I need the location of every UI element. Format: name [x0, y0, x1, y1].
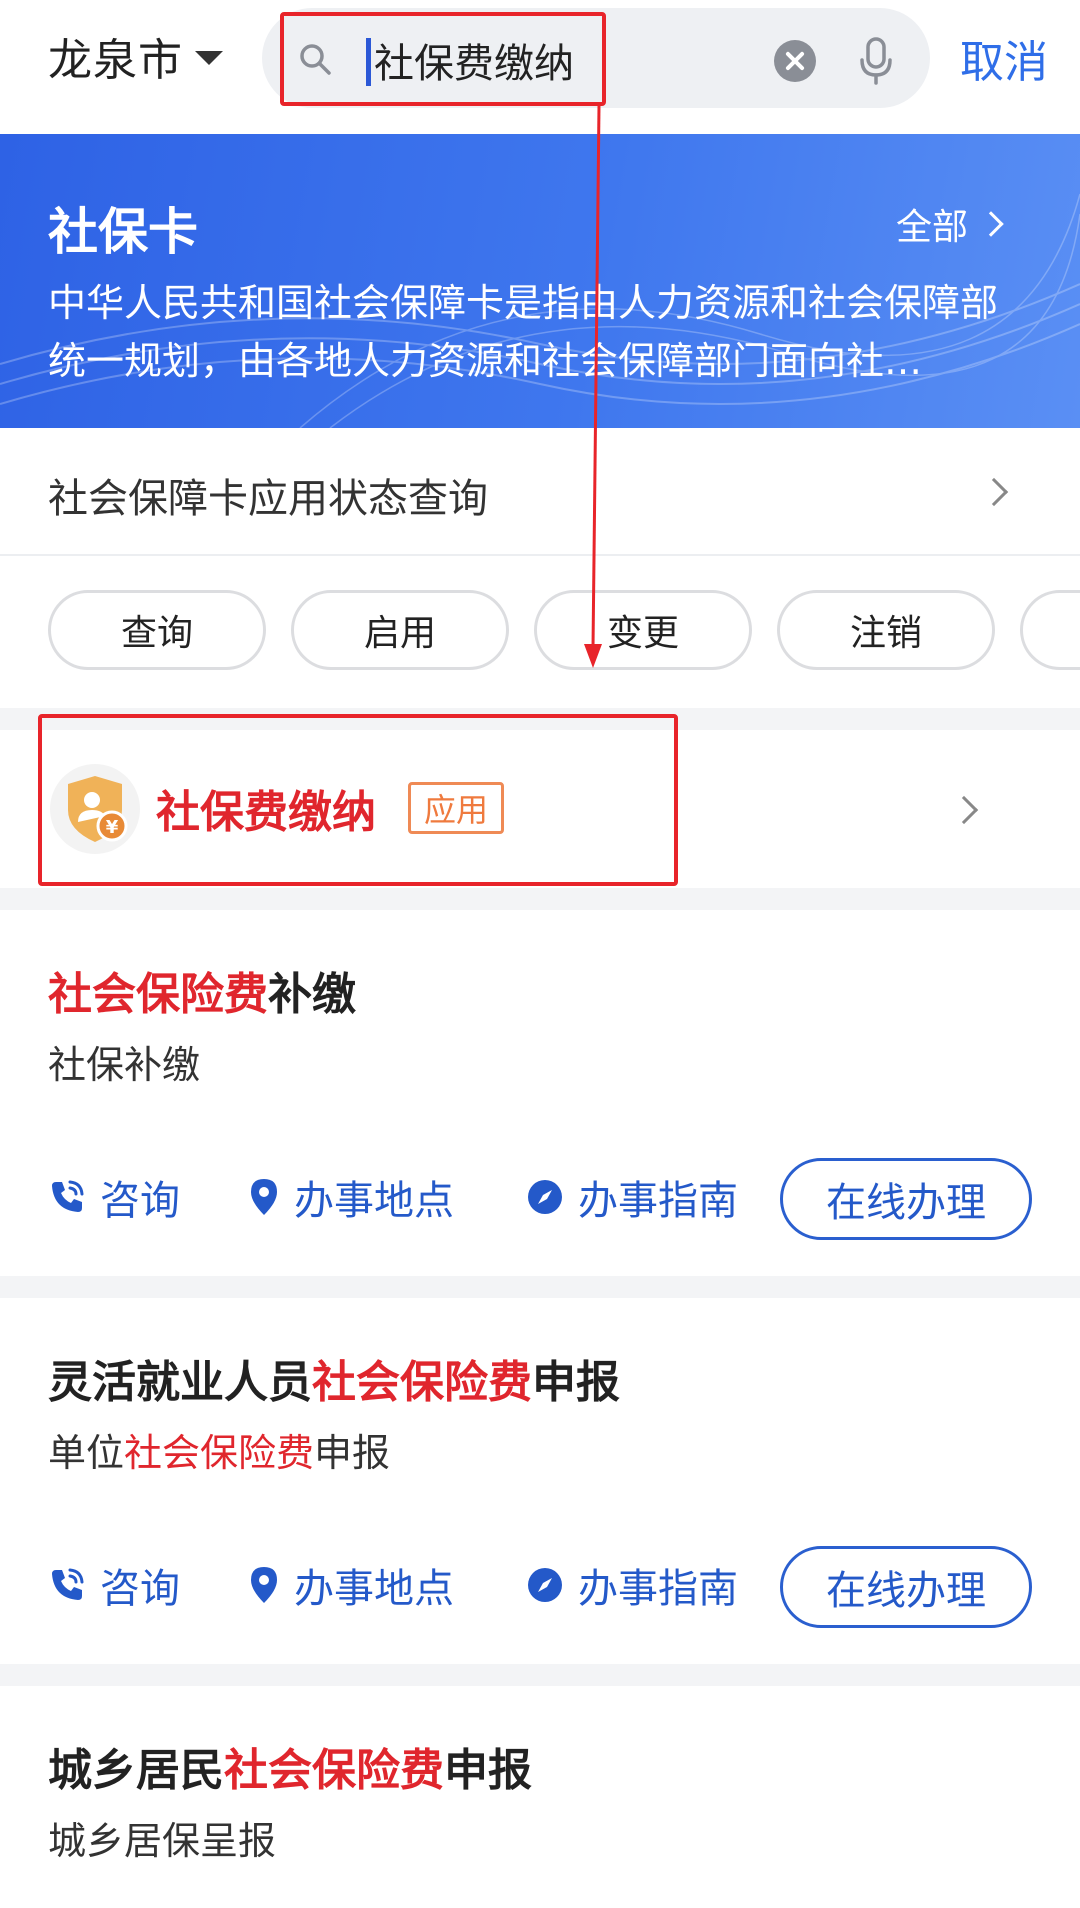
city-label: 龙泉市 [48, 35, 183, 86]
view-all-label: 全部 [896, 207, 969, 248]
phone-icon [52, 1568, 84, 1600]
service-result-1[interactable]: 社会保险费补缴 社保补缴 咨询 办事地点 办事指南 在线办理 [0, 910, 1080, 1276]
chevron-right-icon [949, 795, 979, 825]
top-search-bar: 龙泉市 取消 [0, 0, 1080, 134]
location-link[interactable]: 办事地点 [248, 1556, 454, 1614]
app-type-badge: 应用 [408, 782, 504, 834]
view-all-link[interactable]: 全部 [896, 198, 1004, 250]
service-title: 灵活就业人员社会保险费申报 [48, 1357, 620, 1408]
clear-icon[interactable] [774, 40, 816, 82]
app-name: 社保费缴纳 [156, 787, 376, 838]
compass-icon [528, 1568, 562, 1602]
chevron-right-icon [979, 477, 1009, 507]
online-apply-button[interactable]: 在线办理 [780, 1546, 1032, 1628]
consult-label: 咨询 [100, 1178, 180, 1224]
service-subtitle: 社保补缴 [48, 1043, 201, 1087]
guide-link[interactable]: 办事指南 [526, 1556, 738, 1614]
chip-enable[interactable]: 启用 [291, 590, 509, 670]
service-title: 城乡居民社会保险费申报 [48, 1745, 532, 1796]
app-icon: ¥ [50, 764, 140, 854]
shield-coin-icon: ¥ [68, 776, 128, 842]
service-result-2[interactable]: 灵活就业人员社会保险费申报 单位社会保险费申报 咨询 办事地点 办事指南 在线办… [0, 1298, 1080, 1664]
guide-link[interactable]: 办事指南 [526, 1168, 738, 1226]
card-description: 中华人民共和国社会保障卡是指由人力资源和社会保障部统一规划，由各地人力资源和社会… [48, 281, 999, 383]
search-input[interactable] [374, 30, 734, 90]
chip-change[interactable]: 变更 [534, 590, 752, 670]
chip-more[interactable] [1020, 590, 1080, 670]
service-actions: 咨询 办事地点 办事指南 在线办理 [48, 1546, 1038, 1630]
card-action-chips: 查询 启用 变更 注销 [0, 590, 1080, 674]
search-results-page: 龙泉市 取消 社保卡 [0, 0, 1080, 1908]
service-result-3[interactable]: 城乡居民社会保险费申报 城乡居保呈报 [0, 1686, 1080, 1908]
city-selector[interactable]: 龙泉市 [48, 28, 223, 86]
consult-link[interactable]: 咨询 [48, 1556, 180, 1614]
service-actions: 咨询 办事地点 办事指南 在线办理 [48, 1158, 1038, 1242]
chip-query[interactable]: 查询 [48, 590, 266, 670]
service-title: 社会保险费补缴 [48, 969, 356, 1020]
compass-icon [528, 1180, 562, 1214]
text-cursor [366, 38, 371, 86]
search-box[interactable] [262, 8, 930, 108]
location-pin-icon [251, 1179, 277, 1215]
card-options: 社会保障卡应用状态查询 查询 启用 变更 注销 [0, 428, 1080, 708]
chevron-right-icon [978, 211, 1004, 237]
location-pin-icon [251, 1567, 277, 1603]
consult-label: 咨询 [100, 1566, 180, 1612]
guide-label: 办事指南 [578, 1566, 738, 1612]
cancel-button[interactable]: 取消 [960, 26, 1048, 90]
svg-text:¥: ¥ [106, 817, 119, 838]
service-subtitle: 单位社会保险费申报 [48, 1431, 391, 1475]
location-link[interactable]: 办事地点 [248, 1168, 454, 1226]
status-query-row[interactable]: 社会保障卡应用状态查询 [0, 428, 1080, 556]
location-label: 办事地点 [294, 1178, 454, 1224]
guide-label: 办事指南 [578, 1178, 738, 1224]
search-icon [300, 44, 331, 75]
chip-cancel[interactable]: 注销 [777, 590, 995, 670]
online-apply-button[interactable]: 在线办理 [780, 1158, 1032, 1240]
caret-down-icon [195, 51, 223, 65]
social-security-card-banner: 社保卡 全部 中华人民共和国社会保障卡是指由人力资源和社会保障部统一规划，由各地… [0, 134, 1080, 428]
location-label: 办事地点 [294, 1566, 454, 1612]
card-title: 社保卡 [48, 203, 198, 261]
consult-link[interactable]: 咨询 [48, 1168, 180, 1226]
microphone-icon[interactable] [858, 36, 894, 86]
app-result-row[interactable]: ¥ 社保费缴纳 应用 [0, 730, 1080, 888]
status-query-label: 社会保障卡应用状态查询 [48, 476, 488, 522]
service-subtitle: 城乡居保呈报 [48, 1819, 277, 1863]
phone-icon [52, 1180, 84, 1212]
